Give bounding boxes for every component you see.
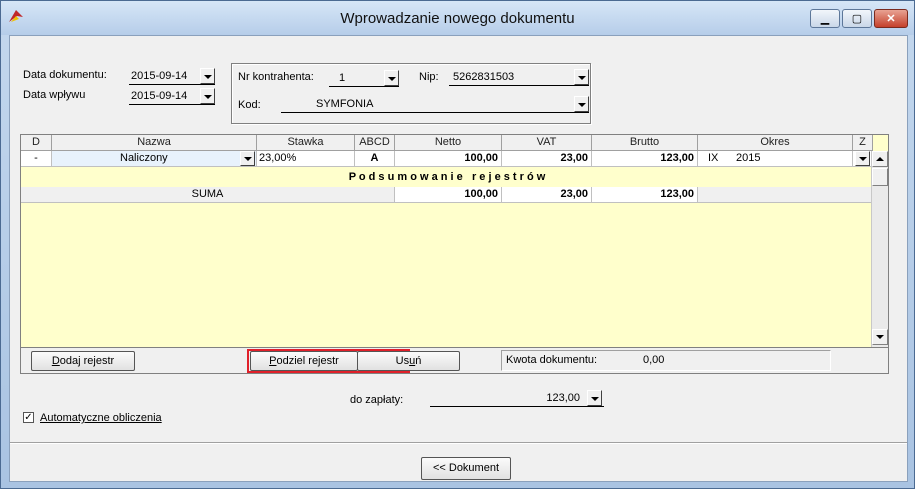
document-amount-value: 0,00 xyxy=(643,354,665,366)
document-date-combo[interactable]: 2015-09-14 xyxy=(129,68,215,85)
scroll-down-icon xyxy=(876,335,884,339)
form-area: Data dokumentu: 2015-09-14 Data wpływu 2… xyxy=(9,35,908,482)
maximize-icon: ▢ xyxy=(851,13,863,25)
app-window: Wprowadzanie nowego dokumentu ▁ ▢ ✕ Data… xyxy=(0,0,915,489)
window-title: Wprowadzanie nowego dokumentu xyxy=(340,10,575,27)
contractor-number-value: 1 xyxy=(339,72,346,84)
row-nazwa-combo[interactable]: Naliczony xyxy=(52,151,257,167)
nip-dropdown-icon[interactable] xyxy=(574,69,589,85)
row-z-dropdown-icon[interactable] xyxy=(855,151,870,166)
contractor-number-combo[interactable]: 1 xyxy=(329,70,399,87)
sum-vat: 23,00 xyxy=(502,187,592,203)
row-okres-year: 2015 xyxy=(736,152,761,164)
column-header-z[interactable]: Z xyxy=(853,135,873,151)
scroll-up-button[interactable] xyxy=(872,151,888,167)
column-header-stawka[interactable]: Stawka xyxy=(257,135,355,151)
document-date-value: 2015-09-14 xyxy=(131,70,188,82)
add-register-hotkey: D xyxy=(51,355,60,367)
auto-calc-option[interactable]: ✓ Automatyczne obliczenia xyxy=(23,412,183,428)
row-d[interactable]: - xyxy=(21,151,52,167)
grid-scrollbar[interactable] xyxy=(871,151,888,347)
column-header-d[interactable]: D xyxy=(21,135,52,151)
row-nazwa-value: Naliczony xyxy=(120,152,168,164)
nip-value: 5262831503 xyxy=(453,71,515,83)
row-brutto[interactable]: 123,00 xyxy=(592,151,698,167)
code-label: Kod: xyxy=(238,99,261,111)
close-button[interactable]: ✕ xyxy=(874,9,908,28)
nip-label: Nip: xyxy=(419,71,439,83)
code-value: SYMFONIA xyxy=(316,98,374,110)
row-vat[interactable]: 23,00 xyxy=(502,151,592,167)
close-icon: ✕ xyxy=(886,13,896,25)
document-amount-panel: Kwota dokumentu: 0,00 xyxy=(501,350,831,371)
row-z-combo[interactable] xyxy=(853,151,873,167)
code-combo[interactable]: SYMFONIA xyxy=(281,96,589,113)
title-bar[interactable]: Wprowadzanie nowego dokumentu ▁ ▢ ✕ xyxy=(1,1,914,35)
document-date-label: Data dokumentu: xyxy=(23,69,107,81)
sum-netto: 100,00 xyxy=(395,187,502,203)
remove-register-prefix: Us xyxy=(395,355,410,367)
payment-label: do zapłaty: xyxy=(350,394,404,406)
column-header-nazwa[interactable]: Nazwa xyxy=(52,135,257,151)
minimize-icon: ▁ xyxy=(820,13,830,25)
maximize-button[interactable]: ▢ xyxy=(842,9,872,28)
row-stawka[interactable]: 23,00% xyxy=(257,151,355,167)
row-okres-month: IX xyxy=(708,152,719,164)
split-register-button[interactable]: Podziel rejestr xyxy=(250,351,358,371)
received-date-value: 2015-09-14 xyxy=(131,90,188,102)
document-amount-label: Kwota dokumentu: xyxy=(506,354,598,366)
payment-dropdown-icon[interactable] xyxy=(587,390,602,406)
scroll-up-icon xyxy=(876,157,884,161)
contractor-number-label: Nr kontrahenta: xyxy=(238,71,314,83)
sum-label: SUMA xyxy=(21,187,395,203)
row-okres[interactable]: IX 2015 xyxy=(698,151,853,167)
remove-register-button[interactable]: Usuń xyxy=(357,351,460,371)
summary-title: P o d s u m o w a n i e r e j e s t r ó … xyxy=(348,171,546,183)
column-header-vat[interactable]: VAT xyxy=(502,135,592,151)
grid-button-bar: Dodaj rejestr Podziel rejestr Usuń Kwota… xyxy=(20,348,889,374)
column-header-abcd[interactable]: ABCD xyxy=(355,135,395,151)
received-date-dropdown-icon[interactable] xyxy=(200,88,215,104)
scroll-down-button[interactable] xyxy=(872,329,888,345)
auto-calc-checkbox[interactable]: ✓ xyxy=(23,412,34,423)
split-register-label: odziel rejestr xyxy=(276,355,339,367)
remove-register-label: ń xyxy=(415,355,422,367)
add-register-label: odaj rejestr xyxy=(59,355,115,367)
bottom-separator xyxy=(10,442,907,444)
code-dropdown-icon[interactable] xyxy=(574,96,589,112)
column-header-netto[interactable]: Netto xyxy=(395,135,502,151)
sum-brutto: 123,00 xyxy=(592,187,698,203)
add-register-button[interactable]: Dodaj rejestr xyxy=(31,351,135,371)
scroll-thumb[interactable] xyxy=(872,168,888,186)
contractor-number-dropdown-icon[interactable] xyxy=(384,70,399,86)
payment-combo[interactable]: 123,00 xyxy=(430,390,604,407)
column-header-okres[interactable]: Okres xyxy=(698,135,853,151)
register-grid: D Nazwa Stawka ABCD Netto VAT Brutto Okr… xyxy=(20,134,889,348)
row-netto[interactable]: 100,00 xyxy=(395,151,502,167)
received-date-label: Data wpływu xyxy=(23,89,86,101)
received-date-combo[interactable]: 2015-09-14 xyxy=(129,88,215,105)
row-abcd[interactable]: A xyxy=(355,151,395,167)
minimize-button[interactable]: ▁ xyxy=(810,9,840,28)
column-header-brutto[interactable]: Brutto xyxy=(592,135,698,151)
nip-combo[interactable]: 5262831503 xyxy=(449,69,589,86)
document-back-button[interactable]: << Dokument xyxy=(421,457,511,480)
auto-calc-label: Automatyczne obliczenia xyxy=(40,412,162,424)
sum-filler xyxy=(698,187,873,203)
contractor-group: Nr kontrahenta: 1 Nip: 5262831503 Kod: S… xyxy=(231,63,591,124)
document-date-dropdown-icon[interactable] xyxy=(200,68,215,84)
payment-value: 123,00 xyxy=(546,392,580,404)
row-nazwa-dropdown-icon[interactable] xyxy=(240,151,255,166)
